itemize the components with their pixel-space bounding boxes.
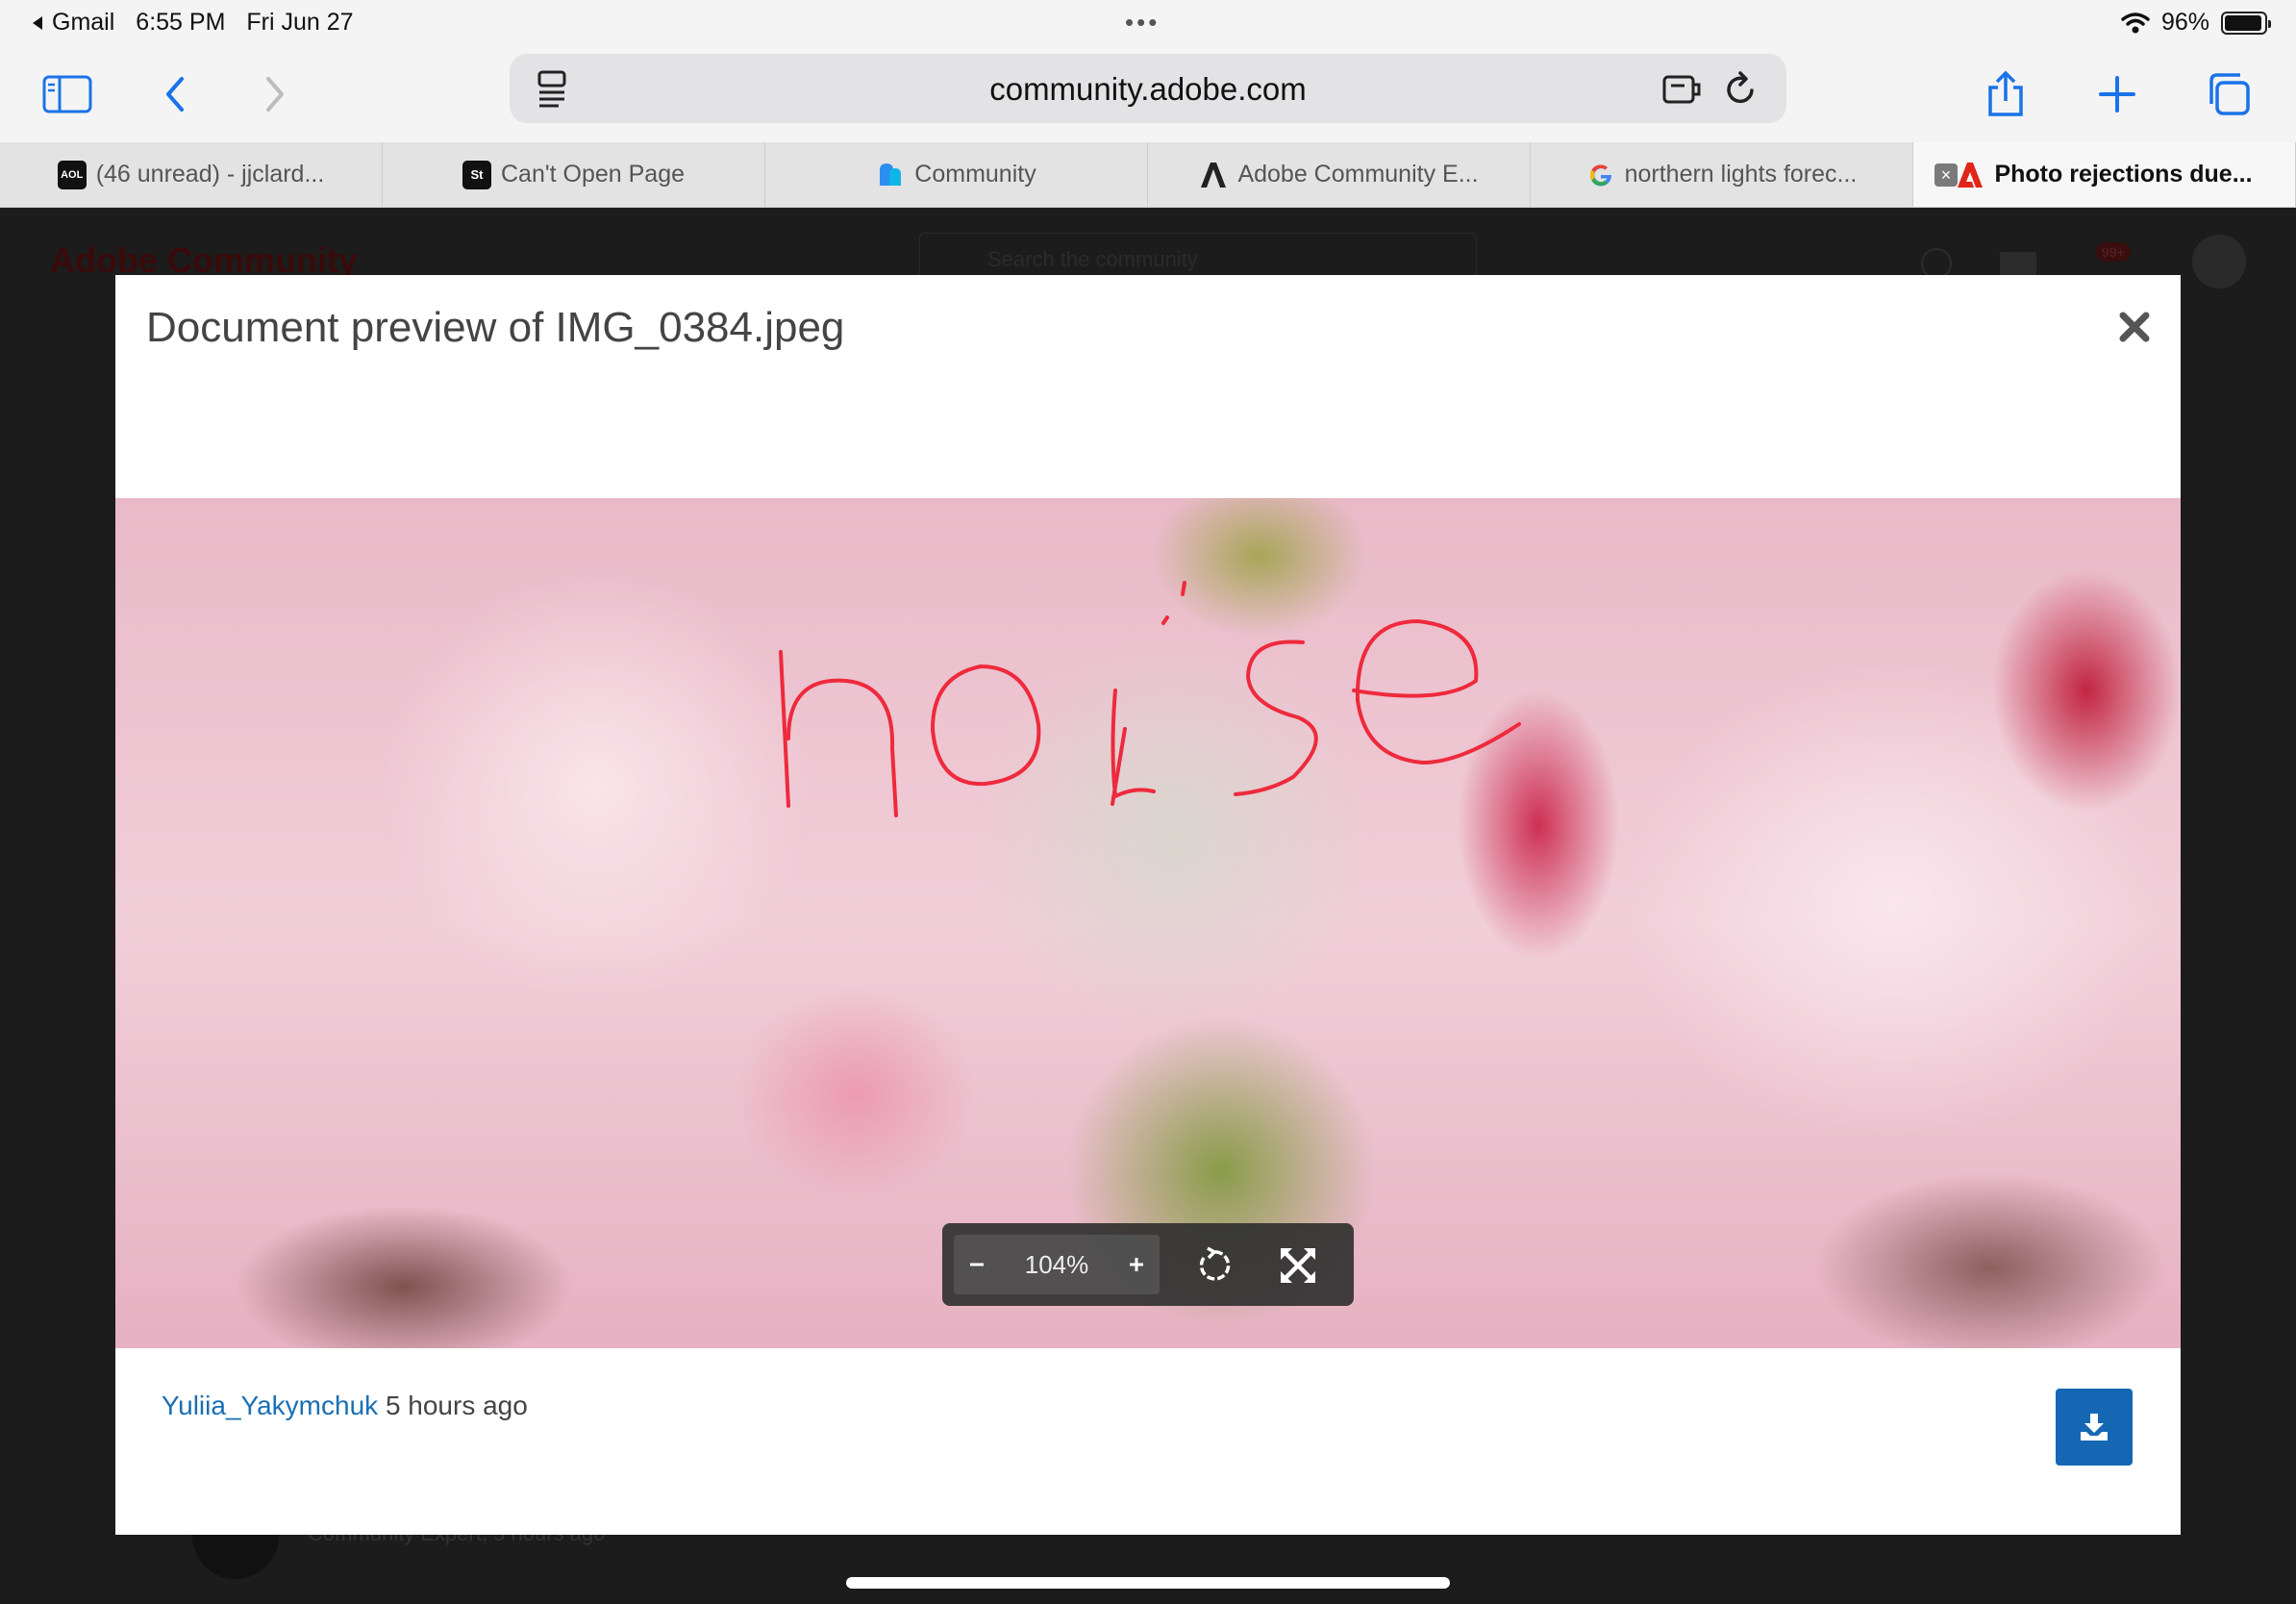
time-ago: 5 hours ago: [385, 1391, 528, 1420]
download-icon: [2081, 1414, 2108, 1441]
address-bar[interactable]: community.adobe.com: [510, 54, 1786, 123]
image-preview[interactable]: 104%: [115, 498, 2181, 1348]
tab-google-search[interactable]: northern lights forec...: [1531, 142, 1913, 207]
zoom-level: 104%: [1024, 1249, 1089, 1279]
notification-badge: 99+: [2096, 242, 2131, 262]
reload-icon[interactable]: [1717, 65, 1763, 112]
tab-overview-icon[interactable]: [2200, 65, 2258, 123]
browser-toolbar: community.adobe.com: [0, 46, 2296, 142]
url-text: community.adobe.com: [989, 71, 1307, 107]
download-button[interactable]: [2056, 1389, 2133, 1466]
tab-label: Can't Open Page: [500, 161, 685, 188]
tab-label: (46 unread) - jjclard...: [95, 161, 325, 188]
tab-label: Adobe Community E...: [1237, 161, 1479, 188]
zoom-in-button[interactable]: [1113, 1235, 1160, 1294]
modal-title: Document preview of IMG_0384.jpeg: [146, 304, 845, 351]
zoom-toolbar: 104%: [942, 1223, 1354, 1306]
tab-close-icon[interactable]: ×: [1934, 163, 1958, 187]
battery-percent: 96%: [2160, 9, 2209, 36]
fullscreen-icon[interactable]: [1271, 1239, 1325, 1292]
share-icon[interactable]: [1977, 65, 2034, 123]
document-preview-modal: Document preview of IMG_0384.jpeg 104% Y…: [115, 275, 2181, 1535]
adobe-red-favicon-icon: [1956, 161, 1984, 189]
tab-community[interactable]: Community: [765, 142, 1148, 207]
close-icon[interactable]: [2115, 308, 2154, 346]
minus-icon: [970, 1263, 984, 1266]
tab-aol-mail[interactable]: AOL (46 unread) - jjclard...: [0, 142, 383, 207]
zoom-out-button[interactable]: [954, 1235, 1000, 1294]
aol-favicon-icon: AOL: [57, 160, 87, 189]
status-date: Fri Jun 27: [246, 9, 354, 36]
wifi-icon: [2121, 12, 2150, 33]
forward-chevron-icon[interactable]: [246, 65, 304, 123]
tab-adobe-community[interactable]: Adobe Community E...: [1148, 142, 1531, 207]
stock-favicon-icon: St: [462, 160, 491, 189]
mail-icon: [2000, 252, 2036, 277]
attachment-meta: Yuliia_Yakymchuk 5 hours ago: [162, 1391, 528, 1421]
tab-photo-rejections[interactable]: × Photo rejections due...: [1913, 142, 2296, 207]
sidebar-toggle-icon[interactable]: [38, 65, 96, 123]
author-link[interactable]: Yuliia_Yakymchuk: [162, 1391, 378, 1420]
status-bar: Gmail 6:55 PM Fri Jun 27 ••• 96%: [0, 0, 2296, 46]
zoom-control-group: 104%: [954, 1235, 1160, 1294]
google-favicon-icon: [1586, 161, 1615, 189]
battery-icon: [2221, 11, 2271, 35]
tab-label: Photo rejections due...: [1994, 161, 2253, 188]
user-avatar: [2192, 235, 2246, 288]
tab-label: northern lights forec...: [1624, 161, 1858, 188]
rotate-icon[interactable]: [1186, 1239, 1240, 1292]
tab-bar: AOL (46 unread) - jjclard... St Can't Op…: [0, 142, 2296, 208]
handwritten-annotation: [779, 581, 1521, 817]
back-app-label: Gmail: [52, 9, 115, 36]
plus-icon: [1130, 1258, 1143, 1271]
status-time: 6:55 PM: [136, 9, 226, 36]
back-triangle-icon: [33, 15, 42, 30]
community-favicon-icon: [876, 161, 905, 189]
adobe-favicon-icon: [1199, 161, 1228, 189]
tab-label: Community: [914, 161, 1036, 188]
tab-cant-open-page[interactable]: St Can't Open Page: [383, 142, 765, 207]
back-chevron-icon[interactable]: [146, 65, 204, 123]
multitask-dots-icon[interactable]: •••: [1125, 8, 1160, 38]
home-indicator[interactable]: [846, 1577, 1450, 1589]
back-to-app-link[interactable]: Gmail: [31, 9, 114, 37]
extension-icon[interactable]: [1660, 65, 1706, 112]
new-tab-plus-icon[interactable]: [2088, 65, 2146, 123]
